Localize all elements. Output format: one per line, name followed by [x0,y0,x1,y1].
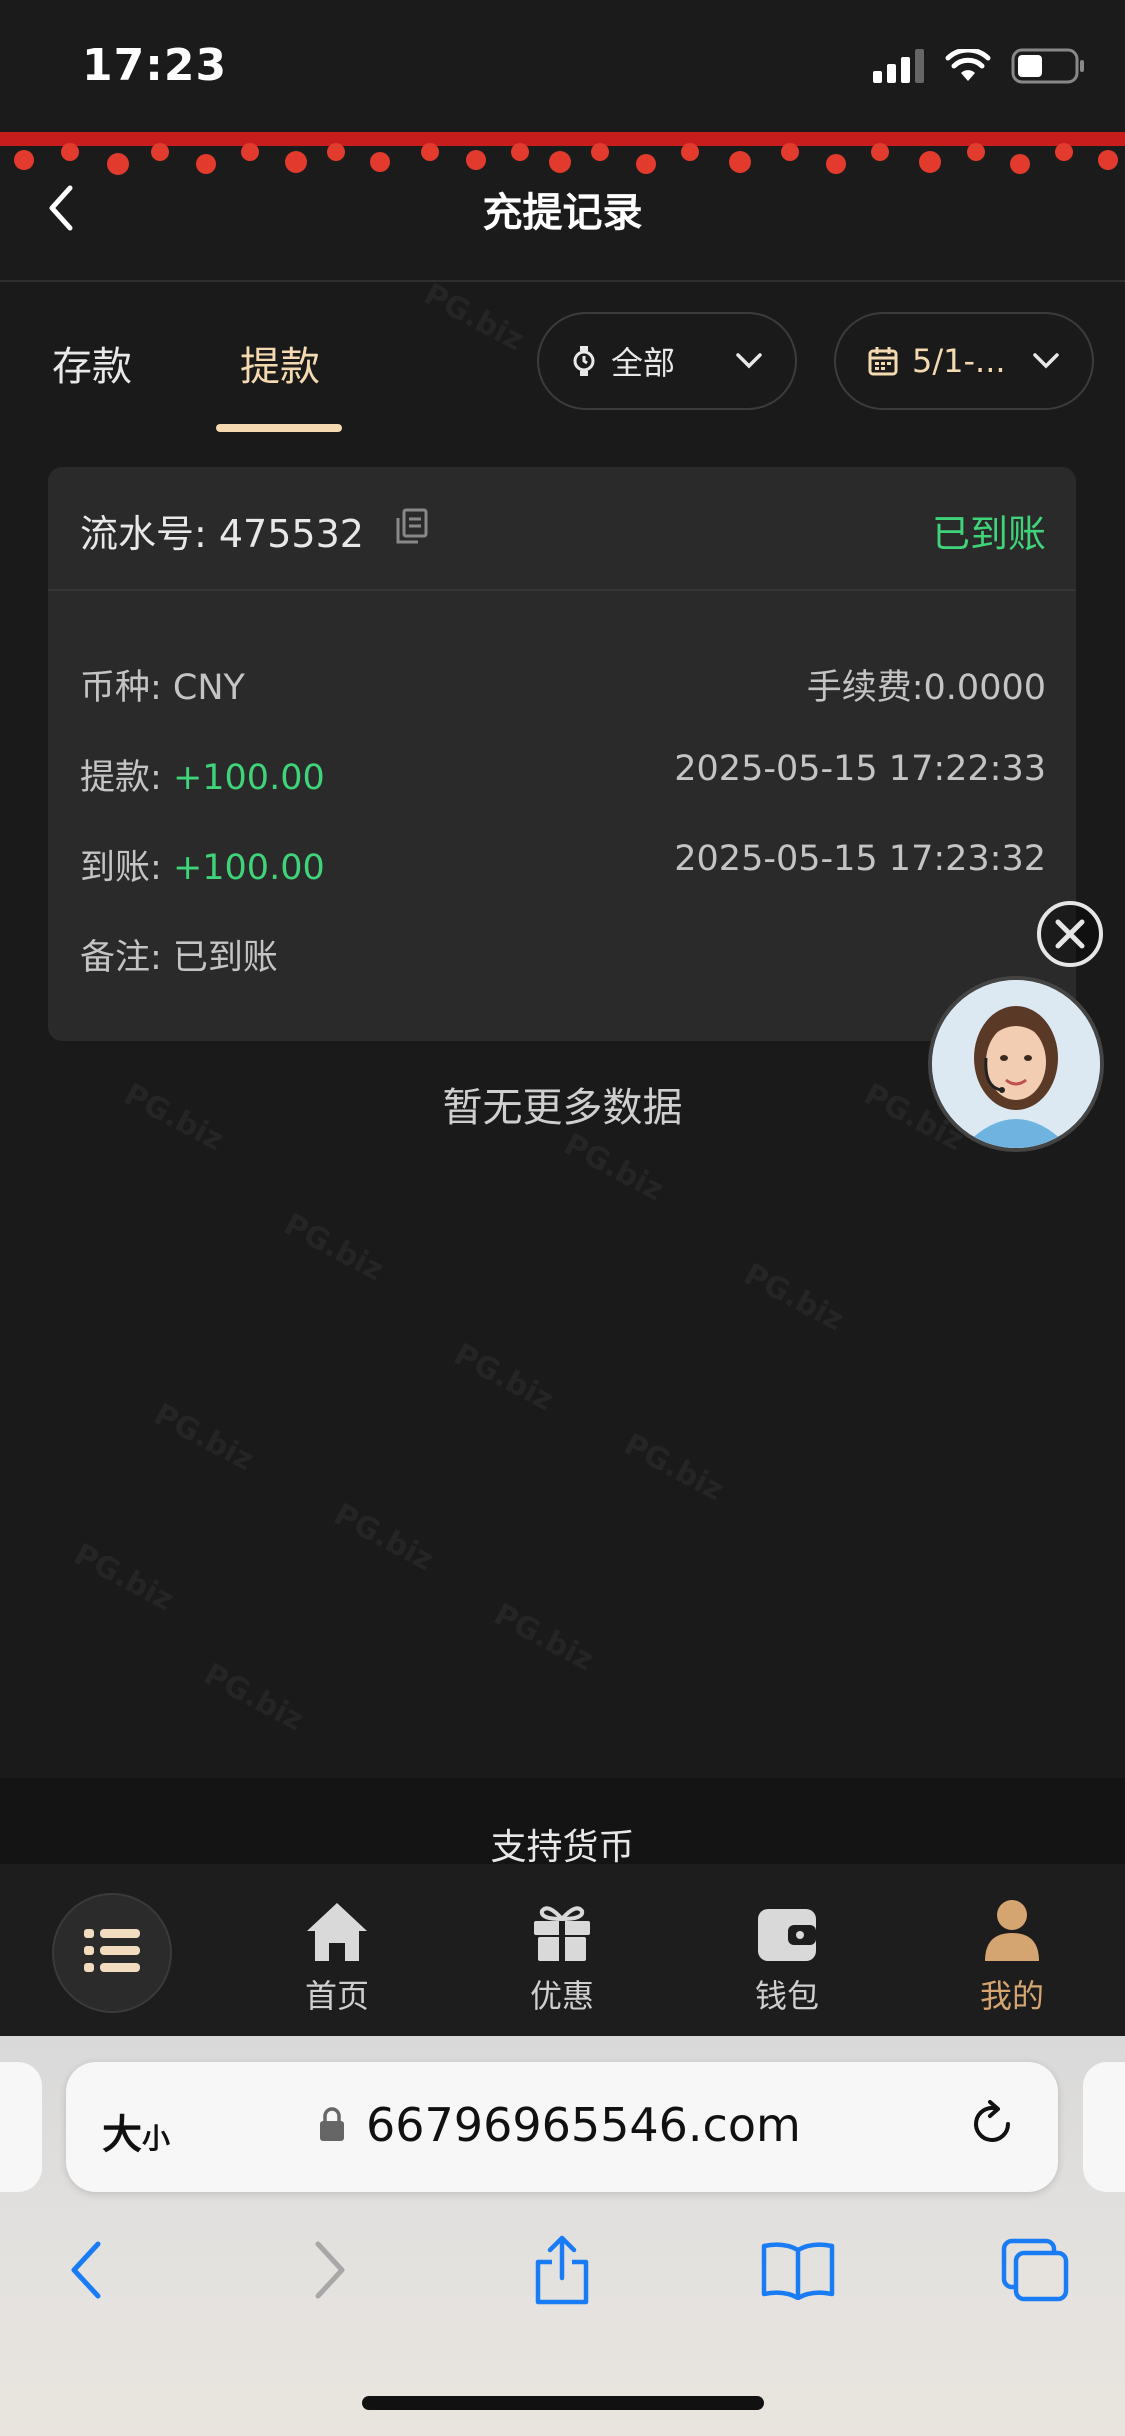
watermark: PG.biz [278,1206,390,1289]
nav-wallet-label: 钱包 [754,1977,819,2015]
previous-tab-preview[interactable] [0,2062,42,2192]
calendar-icon [868,346,898,376]
copy-icon[interactable] [394,508,430,553]
share-button[interactable] [522,2232,602,2312]
status-filter-value: 全部 [611,344,676,382]
tab-deposit[interactable]: 存款 [52,334,132,392]
gift-icon [492,1893,632,1963]
serial-number: 流水号: 475532 [80,503,430,558]
currency-row: 币种: CNY 手续费:0.0000 [80,659,1046,710]
close-support-button[interactable] [1037,901,1103,967]
tabs-button[interactable] [995,2232,1075,2312]
nav-promotions[interactable]: 优惠 [492,1893,632,2015]
nav-home-label: 首页 [304,1977,369,2015]
watermark: PG.biz [198,1656,310,1739]
battery-icon [1011,48,1085,88]
serial-number-text: 流水号: 475532 [80,512,364,556]
lock-icon [318,2106,346,2146]
nav-profile[interactable]: 我的 [942,1893,1082,2015]
signal-icon [873,49,925,87]
wifi-icon [945,47,991,87]
date-filter-value: 5/1-... [912,342,1006,380]
arrive-amount: +100.00 [172,848,325,888]
reload-icon[interactable] [966,2098,1018,2154]
page-title: 充提记录 [482,190,643,236]
nav-promotions-label: 优惠 [529,1977,594,2015]
watermark: PG.biz [618,1426,730,1509]
arrive-row: 到账: +100.00 2025-05-15 17:23:32 [80,839,1046,890]
note-row: 备注: 已到账 [80,929,1046,980]
customer-service-avatar[interactable] [928,976,1104,1152]
chevron-down-icon [735,352,763,370]
bookmarks-button[interactable] [758,2232,838,2312]
menu-button[interactable] [52,1893,172,2013]
status-filter-dropdown[interactable]: 全部 [537,312,797,410]
status-bar: 17:23 [0,0,1125,130]
withdraw-time: 2025-05-15 17:22:33 [674,749,1046,789]
browser-back-button[interactable] [46,2232,126,2312]
watermark: PG.biz [68,1536,180,1619]
watermark: PG.biz [328,1496,440,1579]
withdraw-record-card: 流水号: 475532 已到账 币种: CNY 手续费:0.0000 提款: +… [48,467,1076,1041]
supported-currency-label: 支持货币 [490,1827,635,1868]
watermark: PG.biz [738,1256,850,1339]
home-indicator [362,2396,764,2410]
nav-wallet[interactable]: 钱包 [717,1893,857,2015]
withdraw-row: 提款: +100.00 2025-05-15 17:22:33 [80,749,1046,800]
next-tab-preview[interactable] [1083,2062,1125,2192]
app-header: 充提记录 [0,130,1125,282]
chevron-left-icon [66,2240,106,2304]
arrive-time: 2025-05-15 17:23:32 [674,839,1046,879]
arrive-label: 到账: [80,848,162,888]
chevron-right-icon [310,2240,350,2304]
record-status: 已到账 [931,512,1046,556]
status-icons [873,47,1085,88]
withdraw-amount: +100.00 [172,758,325,798]
browser-forward-button[interactable] [290,2232,370,2312]
chevron-down-icon [1032,352,1060,370]
status-time: 17:23 [82,40,228,91]
withdraw-label: 提款: [80,758,162,798]
user-icon [942,1893,1082,1963]
tab-withdraw[interactable]: 提款 [240,334,320,392]
url-text[interactable]: 66796965546.com [366,2098,801,2152]
watermark: PG.biz [488,1596,600,1679]
watermark: PG.biz [558,1126,670,1209]
watermark: PG.biz [448,1336,560,1419]
text-size-small: 小 [142,2122,171,2155]
tabs-row: 存款 提款 全部 5/1-... [0,282,1125,442]
text-size-big: 大 [102,2112,142,2158]
home-icon [267,1893,407,1963]
nav-home[interactable]: 首页 [267,1893,407,2015]
clock-icon [571,345,597,377]
share-icon [532,2234,592,2310]
list-icon [84,1927,140,1979]
active-tab-indicator [216,424,342,432]
text-size-button[interactable]: 大小 [102,2102,170,2160]
record-card-header: 流水号: 475532 已到账 [48,467,1076,591]
book-icon [760,2240,836,2304]
fee-text: 手续费:0.0000 [806,668,1046,708]
date-filter-dropdown[interactable]: 5/1-... [834,312,1094,410]
wallet-icon [717,1893,857,1963]
currency-text: 币种: CNY [80,668,245,708]
nav-profile-label: 我的 [979,1977,1044,2015]
tabs-icon [1000,2237,1070,2307]
note-text: 备注: 已到账 [80,938,278,978]
watermark: PG.biz [148,1396,260,1479]
